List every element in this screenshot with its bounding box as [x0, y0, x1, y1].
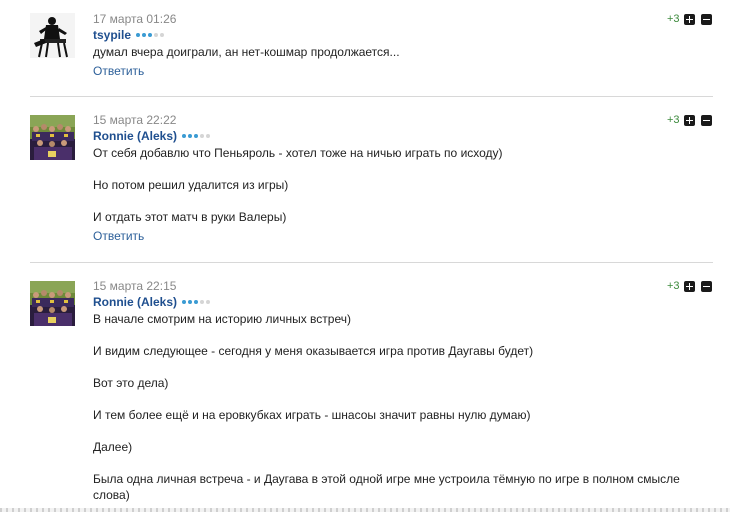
rating-dot: [206, 134, 211, 138]
team-photo-avatar-icon: [30, 115, 75, 160]
comment-text: И видим следующее - сегодня у меня оказы…: [93, 344, 534, 358]
rating-dot: [188, 134, 193, 138]
author-link[interactable]: Ronnie (Aleks): [93, 295, 177, 309]
rating-dot: [160, 33, 165, 37]
downvote-minus-icon[interactable]: [701, 14, 712, 25]
comment: 17 марта 01:26 tsypile думал вчера доигр…: [0, 0, 730, 96]
comment-text: Но потом решил удалится из игры): [93, 178, 289, 192]
upvote-plus-icon[interactable]: [684, 115, 695, 126]
comment: 15 марта 22:22 Ronnie (Aleks) От себя до…: [0, 97, 730, 262]
comment-text: думал вчера доиграли, ан нет-кошмар прод…: [93, 45, 400, 59]
comment-date: 17 марта 01:26: [93, 12, 177, 26]
rating-dot: [148, 33, 153, 37]
downvote-minus-icon[interactable]: [701, 115, 712, 126]
rating-dot: [194, 134, 199, 138]
reply-link[interactable]: Ответить: [93, 64, 144, 78]
author-link[interactable]: tsypile: [93, 28, 131, 42]
author-line: tsypile: [93, 28, 165, 42]
author-line: Ronnie (Aleks): [93, 295, 211, 309]
upvote-plus-icon[interactable]: [684, 14, 695, 25]
comment-text: Вот это дела): [93, 376, 169, 390]
comment-score: +3: [667, 13, 680, 25]
rating-dot: [194, 300, 199, 304]
team-photo-avatar-icon: [30, 281, 75, 326]
horizontal-scrollbar[interactable]: [0, 508, 730, 512]
rating-dot: [188, 300, 193, 304]
author-line: Ronnie (Aleks): [93, 129, 211, 143]
comment-date: 15 марта 22:15: [93, 279, 177, 293]
comment-score: +3: [667, 280, 680, 292]
rating-dot: [182, 300, 187, 304]
comment-text: От себя добавлю что Пеньяроль - хотел то…: [93, 146, 503, 160]
comment-score: +3: [667, 114, 680, 126]
comment-text: Далее): [93, 440, 133, 454]
rating-dot: [206, 300, 211, 304]
user-rating-dots: [182, 300, 211, 304]
rating-dot: [136, 33, 141, 37]
rating-dot: [142, 33, 147, 37]
downvote-minus-icon[interactable]: [701, 281, 712, 292]
user-rating-dots: [136, 33, 165, 37]
person-in-chair-avatar-icon: [30, 13, 75, 58]
comment-date: 15 марта 22:22: [93, 113, 177, 127]
comment-text: В начале смотрим на историю личных встре…: [93, 312, 351, 326]
avatar[interactable]: [30, 13, 75, 58]
upvote-plus-icon[interactable]: [684, 281, 695, 292]
author-link[interactable]: Ronnie (Aleks): [93, 129, 177, 143]
comment-text: И тем более ещё и на еровкубках играть -…: [93, 408, 531, 422]
rating-dot: [154, 33, 159, 37]
avatar[interactable]: [30, 281, 75, 326]
comment: 15 марта 22:15 Ronnie (Aleks) В начале с…: [0, 263, 730, 508]
avatar[interactable]: [30, 115, 75, 160]
reply-link[interactable]: Ответить: [93, 229, 144, 243]
user-rating-dots: [182, 134, 211, 138]
comment-text: Была одна личная встреча - и Даугава в э…: [93, 472, 680, 502]
rating-dot: [200, 134, 205, 138]
rating-dot: [200, 300, 205, 304]
comment-text: И отдать этот матч в руки Валеры): [93, 210, 287, 224]
rating-dot: [182, 134, 187, 138]
